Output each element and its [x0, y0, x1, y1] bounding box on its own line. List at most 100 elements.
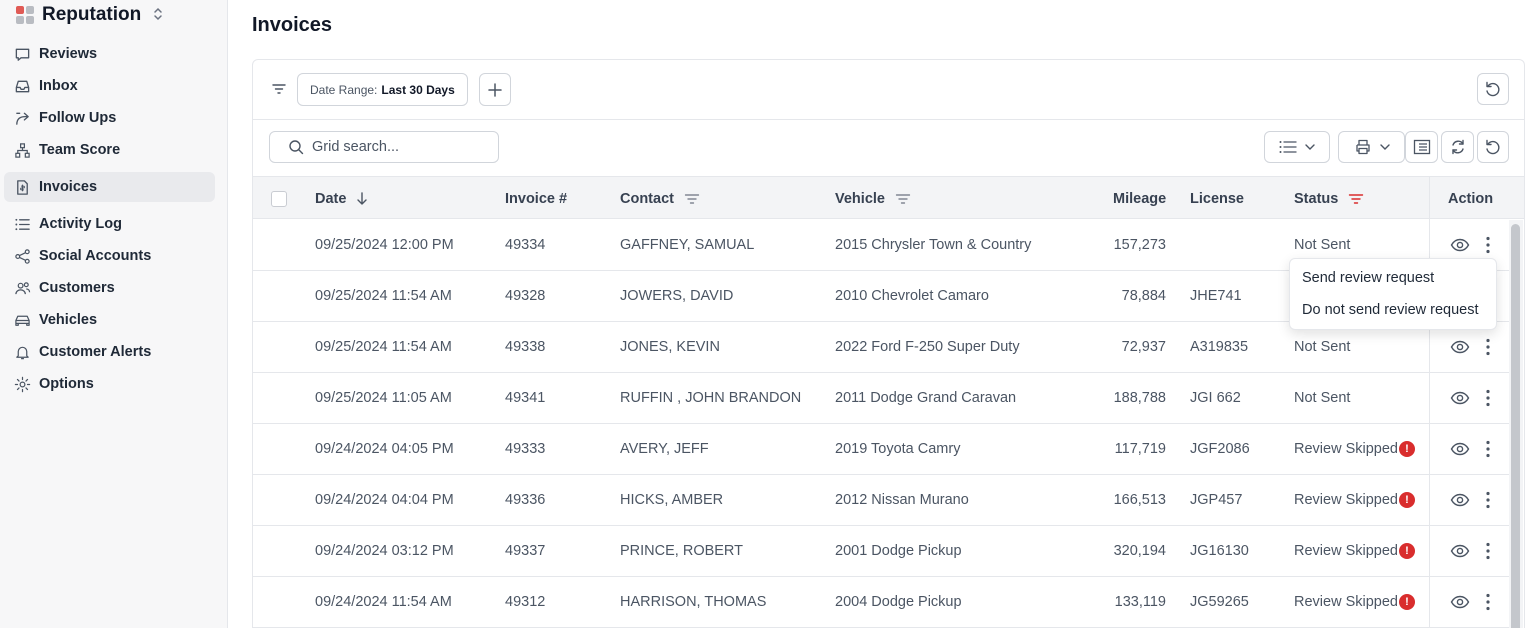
- gear-icon: [14, 376, 31, 392]
- more-options-icon[interactable]: [1486, 389, 1490, 412]
- column-header-action: Action: [1448, 177, 1493, 220]
- scrollbar-thumb[interactable]: [1511, 224, 1520, 628]
- view-eye-icon[interactable]: [1450, 544, 1470, 563]
- cell-date: 09/25/2024 11:54 AM: [315, 339, 452, 355]
- brand-switcher[interactable]: Reputation: [16, 4, 163, 26]
- menu-item-do-not-send-review-request[interactable]: Do not send review request: [1302, 302, 1479, 318]
- cell-invoice: 49312: [505, 594, 546, 610]
- refresh-button[interactable]: [1441, 131, 1474, 163]
- brand-logo: [16, 6, 34, 24]
- cell-mileage: 188,788: [1113, 390, 1166, 406]
- cell-invoice: 49334: [505, 237, 546, 253]
- export-dropdown[interactable]: [1338, 131, 1405, 163]
- sidebar-item-customer-alerts[interactable]: Customer Alerts: [4, 337, 215, 367]
- sidebar-item-inbox[interactable]: Inbox: [4, 71, 215, 101]
- sidebar-item-team-score[interactable]: Team Score: [4, 135, 215, 165]
- column-header-status[interactable]: Status: [1294, 177, 1364, 220]
- sidebar-item-options[interactable]: Options: [4, 369, 215, 399]
- column-header-vehicle[interactable]: Vehicle: [835, 177, 911, 220]
- sidebar-item-customers[interactable]: Customers: [4, 273, 215, 303]
- chevron-updown-icon: [153, 7, 163, 24]
- column-header-contact[interactable]: Contact: [620, 177, 700, 220]
- grid-search-input[interactable]: [312, 139, 482, 155]
- cell-invoice: 49336: [505, 492, 546, 508]
- filter-icon[interactable]: [684, 193, 700, 205]
- sidebar-item-label: Follow Ups: [39, 110, 117, 126]
- page-title: Invoices: [252, 14, 333, 36]
- table-row[interactable]: 09/24/2024 04:04 PM 49336 HICKS, AMBER 2012…: [253, 475, 1509, 526]
- cell-license: JG16130: [1190, 543, 1249, 559]
- table-row[interactable]: 09/25/2024 11:05 AM 49341 RUFFIN , JOHN BR…: [253, 373, 1509, 424]
- cell-vehicle: 2010 Chevrolet Camaro: [835, 288, 989, 304]
- column-header-mileage[interactable]: Mileage: [1113, 177, 1166, 220]
- view-eye-icon[interactable]: [1450, 595, 1470, 614]
- add-filter-button[interactable]: [479, 73, 511, 106]
- date-range-filter-chip[interactable]: Date Range: Last 30 Days: [297, 73, 468, 106]
- reset-grid-button[interactable]: [1477, 131, 1509, 163]
- table-row[interactable]: 09/24/2024 04:05 PM 49333 AVERY, JEFF 2019 …: [253, 424, 1509, 475]
- cell-contact: PRINCE, ROBERT: [620, 543, 744, 559]
- column-header-label: License: [1190, 190, 1244, 207]
- column-header-license[interactable]: License: [1190, 177, 1244, 220]
- table-row[interactable]: 09/24/2024 03:12 PM 49337 PRINCE, ROBERT 20…: [253, 526, 1509, 577]
- sidebar-item-activity-log[interactable]: Activity Log: [4, 209, 215, 239]
- cell-date: 09/25/2024 11:05 AM: [315, 390, 452, 406]
- sidebar-item-social-accounts[interactable]: Social Accounts: [4, 241, 215, 271]
- sidebar-item-label: Options: [39, 376, 94, 392]
- table-row[interactable]: 09/24/2024 11:54 AM 49312 HARRISON, THOMAS…: [253, 577, 1509, 628]
- more-options-icon[interactable]: [1486, 593, 1490, 616]
- filter-icon[interactable]: [271, 82, 287, 101]
- table-header: Date Invoice # Contact Vehicle Mileage L…: [253, 176, 1524, 219]
- cell-license: JG59265: [1190, 594, 1249, 610]
- sort-down-icon: [357, 191, 368, 205]
- cell-contact: HICKS, AMBER: [620, 492, 724, 508]
- view-options-dropdown[interactable]: [1264, 131, 1330, 163]
- sidebar-item-label: Inbox: [39, 78, 78, 94]
- cell-vehicle: 2022 Ford F-250 Super Duty: [835, 339, 1020, 355]
- sidebar-item-label: Customers: [39, 280, 115, 296]
- cell-vehicle: 2012 Nissan Murano: [835, 492, 969, 508]
- more-options-icon[interactable]: [1486, 491, 1490, 514]
- select-all-checkbox[interactable]: [271, 190, 287, 207]
- sidebar-item-invoices[interactable]: Invoices: [4, 172, 215, 202]
- date-range-value: Last 30 Days: [381, 82, 455, 97]
- invoice-icon: [17, 179, 28, 195]
- cell-contact: HARRISON, THOMAS: [620, 594, 767, 610]
- sidebar-item-reviews[interactable]: Reviews: [4, 39, 215, 69]
- reset-filters-button[interactable]: [1477, 73, 1509, 105]
- sidebar-item-label: Reviews: [39, 46, 98, 62]
- more-options-icon[interactable]: [1486, 338, 1490, 361]
- view-eye-icon[interactable]: [1450, 340, 1470, 359]
- filter-active-icon[interactable]: [1348, 193, 1364, 205]
- more-options-icon[interactable]: [1486, 440, 1490, 463]
- sidebar-item-label: Vehicles: [39, 312, 98, 328]
- status-text: Review Skipped: [1294, 594, 1398, 610]
- column-header-invoice[interactable]: Invoice #: [505, 177, 567, 220]
- grid-search-field[interactable]: [269, 131, 499, 163]
- view-eye-icon[interactable]: [1450, 391, 1470, 410]
- column-header-label: Action: [1448, 190, 1494, 207]
- filter-bar: Date Range: Last 30 Days: [253, 60, 1524, 120]
- view-eye-icon[interactable]: [1450, 238, 1470, 257]
- more-options-icon[interactable]: [1486, 236, 1490, 259]
- view-eye-icon[interactable]: [1450, 493, 1470, 512]
- alert-icon: !: [1398, 492, 1415, 508]
- chat-bubble-icon: [15, 48, 30, 61]
- columns-button[interactable]: [1405, 131, 1438, 163]
- status-text: Review Skipped: [1294, 441, 1398, 457]
- view-eye-icon[interactable]: [1450, 442, 1470, 461]
- cell-mileage: 117,719: [1114, 441, 1166, 457]
- filter-icon[interactable]: [895, 193, 911, 205]
- cell-mileage: 157,273: [1113, 237, 1166, 253]
- cell-vehicle: 2019 Toyota Camry: [835, 441, 961, 457]
- refresh-icon: [1451, 139, 1464, 155]
- more-options-icon[interactable]: [1486, 542, 1490, 565]
- select-all-checkbox-cell[interactable]: [271, 177, 287, 220]
- column-header-date[interactable]: Date: [315, 177, 368, 220]
- sidebar-item-vehicles[interactable]: Vehicles: [4, 305, 215, 335]
- sidebar-item-follow-ups[interactable]: Follow Ups: [4, 103, 215, 133]
- columns-icon: [1413, 139, 1430, 155]
- undo-icon: [1486, 81, 1500, 97]
- menu-item-send-review-request[interactable]: Send review request: [1302, 270, 1434, 286]
- list-view-icon: [1279, 141, 1297, 153]
